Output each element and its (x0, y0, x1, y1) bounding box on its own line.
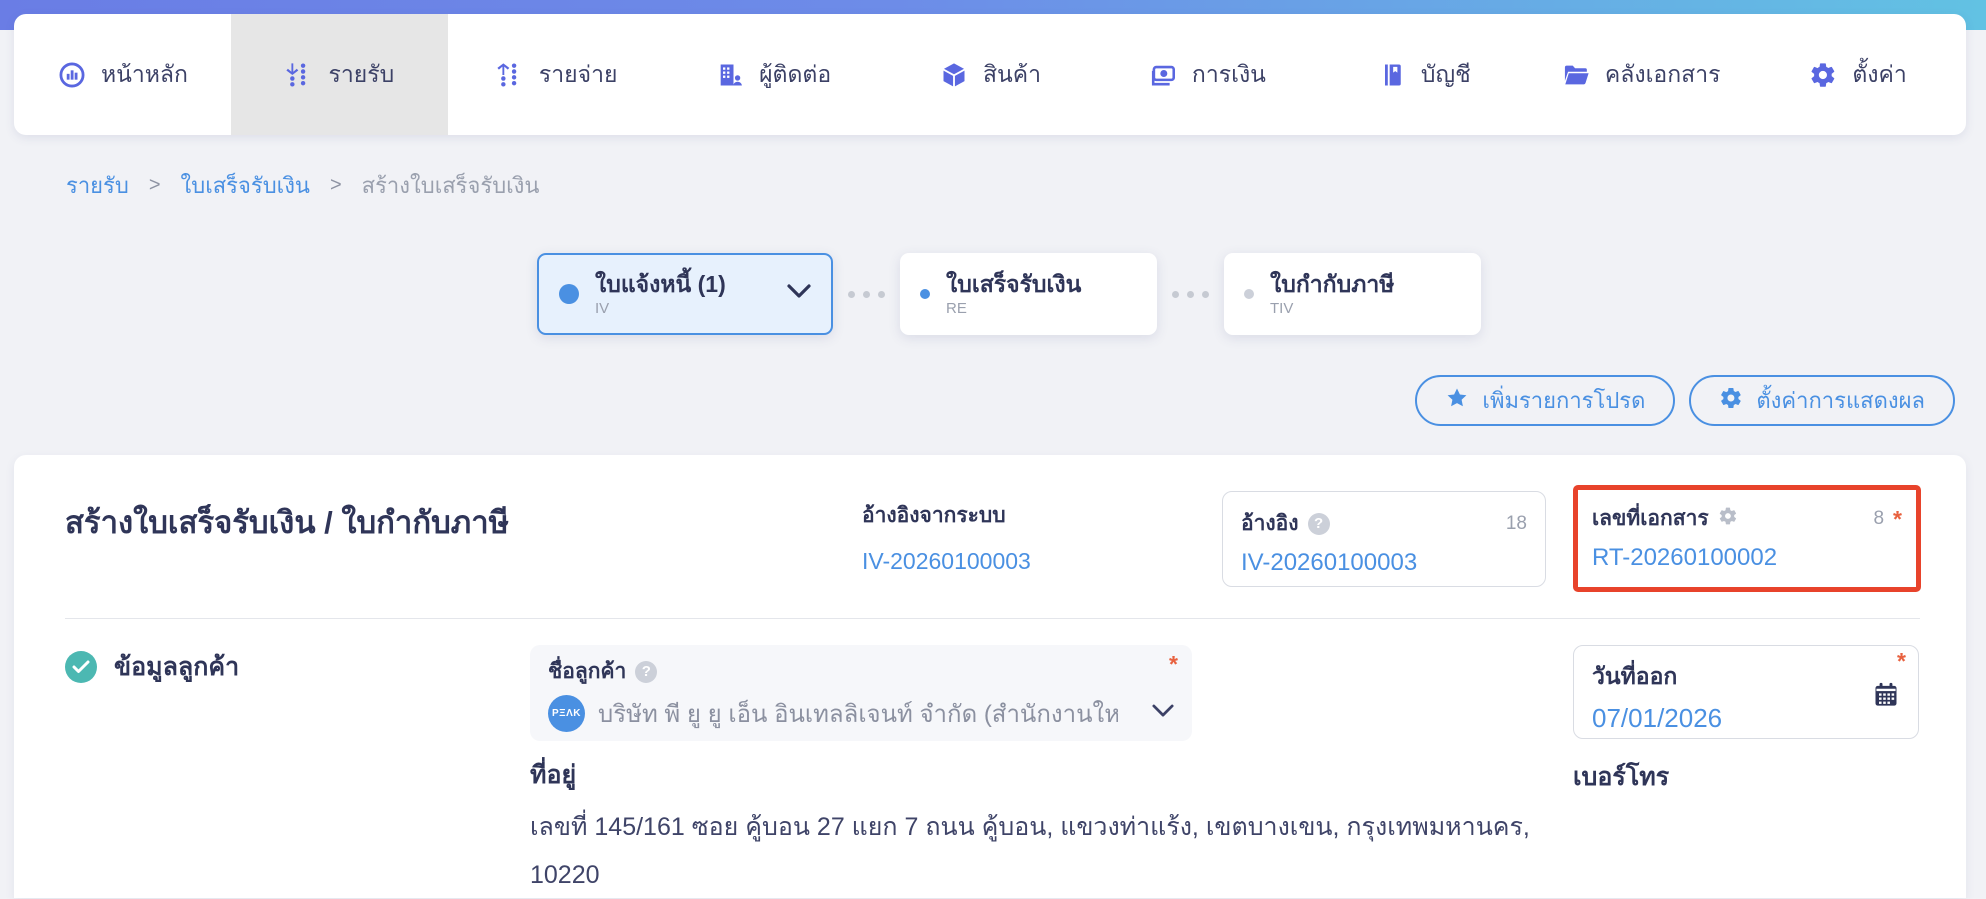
document-number-value: RT-20260100002 (1592, 544, 1778, 571)
customer-name-select[interactable]: * ชื่อลูกค้า ? PΞΛK บริษัท พี ยู ยู เอ็น… (530, 645, 1192, 741)
nav-label: หน้าหลัก (100, 60, 188, 87)
nav-item-contacts[interactable]: ผู้ติดต่อ (665, 14, 882, 135)
step-connector-dots (1172, 290, 1209, 298)
issue-date-field[interactable]: * วันที่ออก 07/01/2026 (1573, 645, 1919, 739)
step-connector-dots (848, 290, 885, 298)
add-favorite-label: เพิ่มรายการโปรด (1482, 388, 1646, 413)
address-value: เลขที่ 145/161 ซอย คู้บอน 27 แยก 7 ถนน ค… (530, 813, 1530, 889)
nav-item-income[interactable]: รายรับ (230, 14, 448, 135)
create-receipt-form-card: สร้างใบเสร็จรับเงิน / ใบกำกับภาษี อ้างอิ… (14, 455, 1966, 898)
breadcrumb: รายรับ > ใบเสร็จรับเงิน > สร้างใบเสร็จรั… (66, 168, 539, 203)
help-icon[interactable]: ? (1307, 512, 1330, 535)
nav-label: บัญชี (1420, 60, 1471, 87)
star-icon (1445, 386, 1469, 416)
reference-field[interactable]: อ้างอิง ? 18 IV-20260100003 (1222, 491, 1546, 587)
step-filled-dot-icon (559, 284, 579, 304)
breadcrumb-receipt-link[interactable]: ใบเสร็จรับเงิน (181, 168, 310, 203)
contacts-icon (715, 60, 745, 90)
customer-section-title: ข้อมูลลูกค้า (114, 653, 240, 681)
customer-name-label: ชื่อลูกค้า (548, 660, 627, 683)
nav-item-products[interactable]: สินค้า (882, 14, 1099, 135)
step-code: IV (595, 300, 610, 317)
system-reference-block: อ้างอิงจากระบบ IV-20260100003 (862, 499, 1031, 575)
folder-icon (1561, 60, 1591, 90)
numbering-settings-gear-icon[interactable] (1718, 506, 1738, 531)
step-upcoming-dot-icon (1244, 289, 1254, 299)
display-settings-button[interactable]: ตั้งค่าการแสดงผล (1689, 375, 1955, 426)
chevron-down-icon (787, 284, 811, 304)
document-number-char-count: 8 (1873, 507, 1885, 529)
gear-icon (1719, 386, 1743, 416)
display-settings-label: ตั้งค่าการแสดงผล (1756, 388, 1925, 413)
step-label: ใบแจ้งหนี้ (1) (595, 271, 726, 297)
money-icon (1148, 60, 1178, 90)
phone-label: เบอร์โทร (1573, 763, 1670, 791)
reference-char-count: 18 (1505, 512, 1527, 534)
breadcrumb-income-link[interactable]: รายรับ (66, 168, 129, 203)
breadcrumb-current-page: สร้างใบเสร็จรับเงิน (361, 173, 540, 198)
section-divider (65, 618, 1920, 619)
expense-icon (495, 60, 525, 90)
nav-label: การเงิน (1191, 60, 1266, 87)
document-number-field-highlighted[interactable]: เลขที่เอกสาร 8 * RT-20260100002 (1573, 485, 1921, 592)
product-cube-icon (939, 60, 969, 90)
required-asterisk: * (1897, 648, 1906, 674)
dashboard-icon (57, 60, 87, 90)
nav-label: รายจ่าย (538, 60, 618, 87)
breadcrumb-separator: > (329, 174, 342, 196)
step-current-dot-icon (920, 289, 930, 299)
nav-item-documents[interactable]: คลังเอกสาร (1532, 14, 1749, 135)
customer-name-value: บริษัท พี ยู ยู เอ็น อินเทลลิเจนท์ จำกัด… (598, 701, 1118, 728)
customer-section-header: ข้อมูลลูกค้า (65, 647, 239, 687)
step-code: RE (946, 300, 967, 317)
step-receipt[interactable]: ใบเสร็จรับเงิน RE (900, 253, 1157, 335)
breadcrumb-separator: > (148, 174, 161, 196)
document-stepper: ใบแจ้งหนี้ (1) IV ใบเสร็จรับเงิน RE ใบกำ… (537, 253, 1481, 335)
address-label: ที่อยู่ (530, 761, 577, 789)
calendar-icon (1872, 680, 1900, 713)
add-favorite-button[interactable]: เพิ่มรายการโปรด (1415, 375, 1676, 426)
ledger-icon (1377, 60, 1407, 90)
nav-label: ผู้ติดต่อ (759, 60, 832, 87)
customer-avatar: PΞΛK (548, 695, 585, 732)
required-asterisk: * (1169, 651, 1178, 677)
main-navigation: หน้าหลัก รายรับ รายจ่าย ผู้ติดต่อ สินค้า… (14, 14, 1966, 135)
step-tax-invoice[interactable]: ใบกำกับภาษี TIV (1224, 253, 1481, 335)
issue-date-label: วันที่ออก (1592, 663, 1678, 689)
nav-label: คลังเอกสาร (1604, 60, 1721, 87)
nav-item-settings[interactable]: ตั้งค่า (1749, 14, 1966, 135)
system-reference-label: อ้างอิงจากระบบ (862, 504, 1006, 527)
reference-value: IV-20260100003 (1241, 549, 1418, 576)
page-actions: เพิ่มรายการโปรด ตั้งค่าการแสดงผล (1415, 375, 1955, 426)
nav-item-accounting[interactable]: บัญชี (1315, 14, 1532, 135)
nav-item-expense[interactable]: รายจ่าย (448, 14, 665, 135)
nav-label: ตั้งค่า (1852, 60, 1907, 87)
nav-item-home[interactable]: หน้าหลัก (14, 14, 231, 135)
reference-label: อ้างอิง (1241, 512, 1299, 535)
income-icon (284, 60, 314, 90)
nav-label: สินค้า (982, 60, 1042, 87)
gear-icon (1808, 60, 1838, 90)
issue-date-value: 07/01/2026 (1592, 703, 1723, 733)
step-invoice-dropdown[interactable]: ใบแจ้งหนี้ (1) IV (537, 253, 833, 335)
section-complete-check-icon (65, 651, 97, 683)
required-asterisk: * (1893, 505, 1902, 532)
page-title: สร้างใบเสร็จรับเงิน / ใบกำกับภาษี (65, 505, 510, 540)
step-code: TIV (1270, 300, 1294, 317)
help-icon[interactable]: ? (635, 660, 658, 683)
document-number-label: เลขที่เอกสาร (1592, 507, 1709, 530)
chevron-down-icon (1152, 704, 1174, 723)
step-label: ใบกำกับภาษี (1270, 271, 1395, 297)
nav-item-finance[interactable]: การเงิน (1098, 14, 1315, 135)
step-label: ใบเสร็จรับเงิน (946, 271, 1082, 297)
nav-label: รายรับ (328, 60, 395, 87)
system-reference-link[interactable]: IV-20260100003 (862, 548, 1031, 575)
